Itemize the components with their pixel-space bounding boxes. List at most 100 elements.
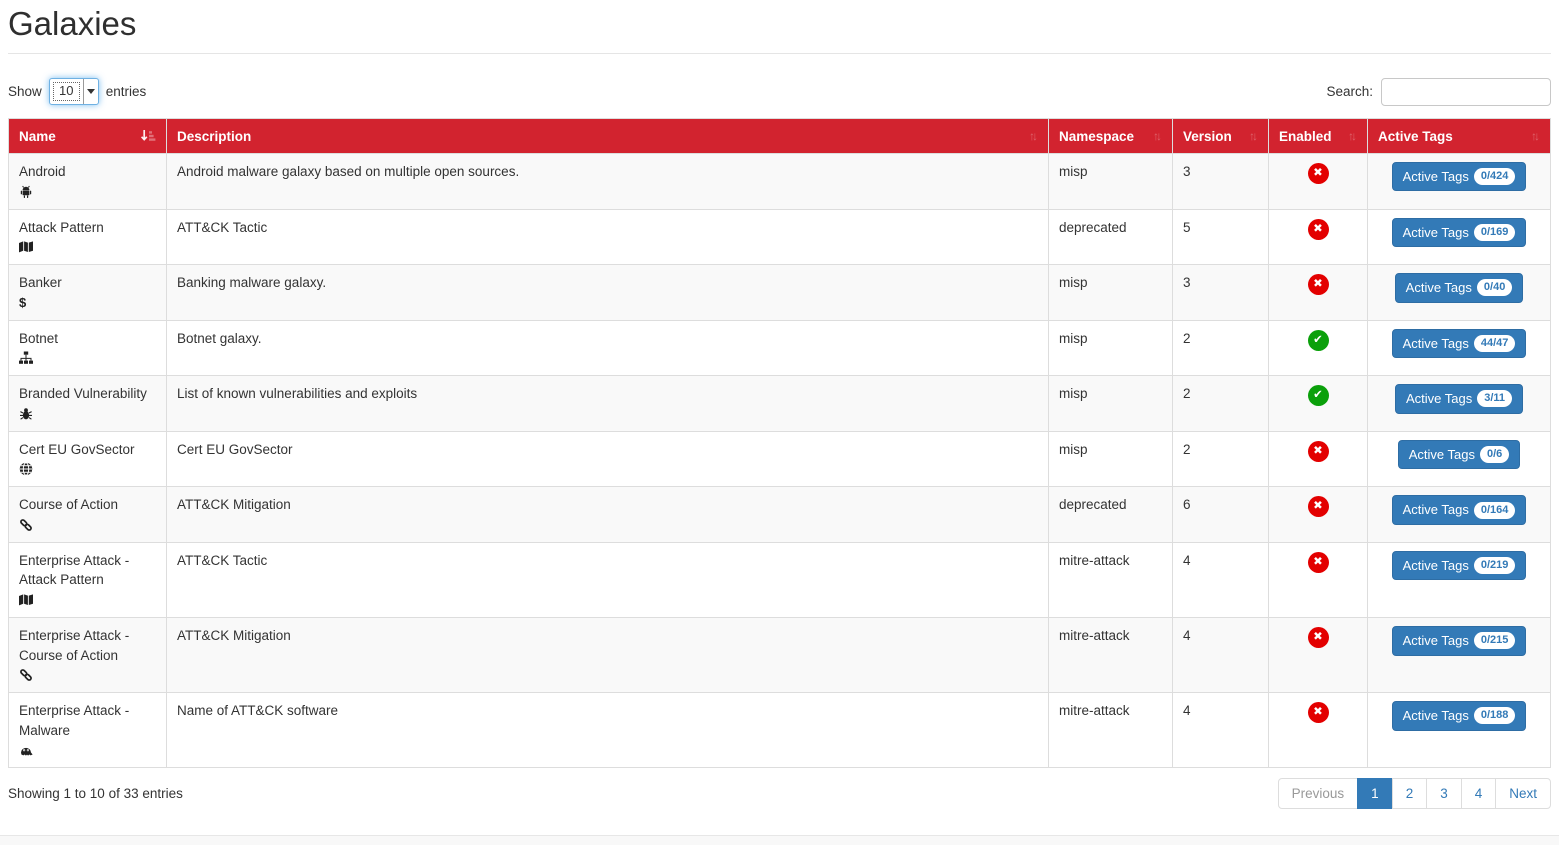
title-divider [8,53,1551,54]
table-row: Enterprise Attack - Malware Name of ATT&… [9,693,1551,768]
disabled-cross-icon[interactable]: ✖ [1308,274,1329,295]
table-row: Course of Action ATT&CK Mitigation depre… [9,487,1551,543]
disabled-cross-icon[interactable]: ✖ [1308,441,1329,462]
android-icon [19,185,156,201]
globe-icon [19,462,156,478]
pagination-page-3-link[interactable]: 3 [1426,778,1462,809]
pagination-next-link[interactable]: Next [1495,778,1551,809]
active-tags-button[interactable]: Active Tags 0/219 [1392,551,1527,581]
table-row: Android Android malware galaxy based on … [9,153,1551,209]
galaxy-name: Botnet [19,331,58,346]
galaxy-namespace: misp [1049,320,1173,376]
active-tags-button-label: Active Tags [1403,557,1469,575]
galaxy-version: 3 [1173,153,1269,209]
active-tags-button[interactable]: Active Tags 0/6 [1398,440,1521,470]
disabled-cross-icon[interactable]: ✖ [1308,219,1329,240]
column-header-namespace[interactable]: Namespace ↑↓ [1049,118,1173,153]
column-header-active-tags[interactable]: Active Tags ↑↓ [1368,118,1551,153]
pagination-page-4: 4 [1462,778,1497,809]
disabled-cross-icon[interactable]: ✖ [1308,627,1329,648]
galaxy-name: Cert EU GovSector [19,442,135,457]
column-header-name[interactable]: Name [9,118,167,153]
dollar-icon: $ [19,296,156,312]
pagination-page-4-link[interactable]: 4 [1461,778,1497,809]
enabled-check-icon[interactable]: ✔ [1308,385,1329,406]
galaxy-namespace: mitre-attack [1049,618,1173,693]
active-tags-button[interactable]: Active Tags 0/215 [1392,626,1527,656]
active-tags-button-label: Active Tags [1403,224,1469,242]
active-tags-button-label: Active Tags [1406,390,1472,408]
galaxy-version: 4 [1173,693,1269,768]
show-entries-select[interactable]: 10 [49,78,99,105]
active-tags-button[interactable]: Active Tags 0/164 [1392,495,1527,525]
disabled-cross-icon[interactable]: ✖ [1308,496,1329,517]
active-tags-button[interactable]: Active Tags 44/47 [1392,329,1527,359]
column-header-enabled-label: Enabled [1279,129,1332,144]
column-header-description-label: Description [177,129,251,144]
column-header-version[interactable]: Version ↑↓ [1173,118,1269,153]
sort-both-icon: ↑↓ [1531,129,1540,143]
galaxy-version: 2 [1173,431,1269,487]
pagination-next: Next [1496,778,1551,809]
galaxies-table: Name Description ↑↓ [8,118,1551,768]
table-row: Attack Pattern ATT&CK Tactic deprecated … [9,209,1551,265]
sort-both-icon: ↑↓ [1153,129,1162,143]
search-label: Search: [1326,84,1373,99]
column-header-active-tags-label: Active Tags [1378,129,1453,144]
galaxy-namespace: mitre-attack [1049,542,1173,617]
pagination-page-3: 3 [1427,778,1462,809]
galaxy-namespace: deprecated [1049,209,1173,265]
active-tags-button[interactable]: Active Tags 0/188 [1392,701,1527,731]
entries-label: entries [106,84,147,99]
active-tags-count-badge: 0/188 [1474,707,1516,724]
show-entries-control: Show 10 entries [8,78,146,105]
column-header-enabled[interactable]: Enabled ↑↓ [1269,118,1368,153]
galaxy-version: 2 [1173,376,1269,432]
galaxy-version: 3 [1173,265,1269,321]
galaxy-namespace: misp [1049,431,1173,487]
pagination-page-2-link[interactable]: 2 [1392,778,1428,809]
pagination-previous-link[interactable]: Previous [1278,778,1359,809]
sort-both-icon: ↑↓ [1029,129,1038,143]
show-label: Show [8,84,42,99]
active-tags-count-badge: 0/424 [1474,168,1516,185]
active-tags-button[interactable]: Active Tags 0/424 [1392,162,1527,192]
table-row: Enterprise Attack - Attack Pattern ATT&C… [9,542,1551,617]
pagination: Previous1234Next [1278,778,1551,809]
enabled-check-icon[interactable]: ✔ [1308,330,1329,351]
galaxy-description: Banking malware galaxy. [167,265,1049,321]
column-header-description[interactable]: Description ↑↓ [167,118,1049,153]
table-row: Botnet Botnet galaxy. misp 2 ✔ Active Ta… [9,320,1551,376]
active-tags-count-badge: 0/215 [1474,632,1516,649]
pagination-page-1: 1 [1358,778,1393,809]
bug-icon [19,407,156,423]
galaxy-name: Course of Action [19,497,118,512]
active-tags-count-badge: 0/6 [1480,446,1509,463]
active-tags-button[interactable]: Active Tags 0/169 [1392,218,1527,248]
galaxy-name: Enterprise Attack - Course of Action [19,628,129,663]
table-footer: Showing 1 to 10 of 33 entries Previous12… [8,778,1551,809]
disabled-cross-icon[interactable]: ✖ [1308,702,1329,723]
search-input[interactable] [1381,78,1551,106]
active-tags-count-badge: 3/11 [1477,390,1512,407]
active-tags-button[interactable]: Active Tags 0/40 [1395,273,1524,303]
disabled-cross-icon[interactable]: ✖ [1308,163,1329,184]
showing-entries-text: Showing 1 to 10 of 33 entries [8,786,183,801]
galaxy-name: Enterprise Attack - Malware [19,703,129,738]
active-tags-count-badge: 0/164 [1474,502,1516,519]
table-controls: Show 10 entries Search: [8,78,1551,106]
galaxy-description: Android malware galaxy based on multiple… [167,153,1049,209]
table-row: Banker $ Banking malware galaxy. misp 3 … [9,265,1551,321]
active-tags-count-badge: 0/40 [1477,279,1512,296]
active-tags-button-label: Active Tags [1406,279,1472,297]
galaxy-description: ATT&CK Tactic [167,542,1049,617]
active-tags-button-label: Active Tags [1403,707,1469,725]
active-tags-button-label: Active Tags [1409,446,1475,464]
pagination-page-1-link[interactable]: 1 [1357,778,1393,809]
galaxy-description: Name of ATT&CK software [167,693,1049,768]
active-tags-button[interactable]: Active Tags 3/11 [1395,384,1523,414]
table-row: Enterprise Attack - Course of Action ATT… [9,618,1551,693]
disabled-cross-icon[interactable]: ✖ [1308,552,1329,573]
active-tags-button-label: Active Tags [1403,335,1469,353]
sort-both-icon: ↑↓ [1348,129,1357,143]
